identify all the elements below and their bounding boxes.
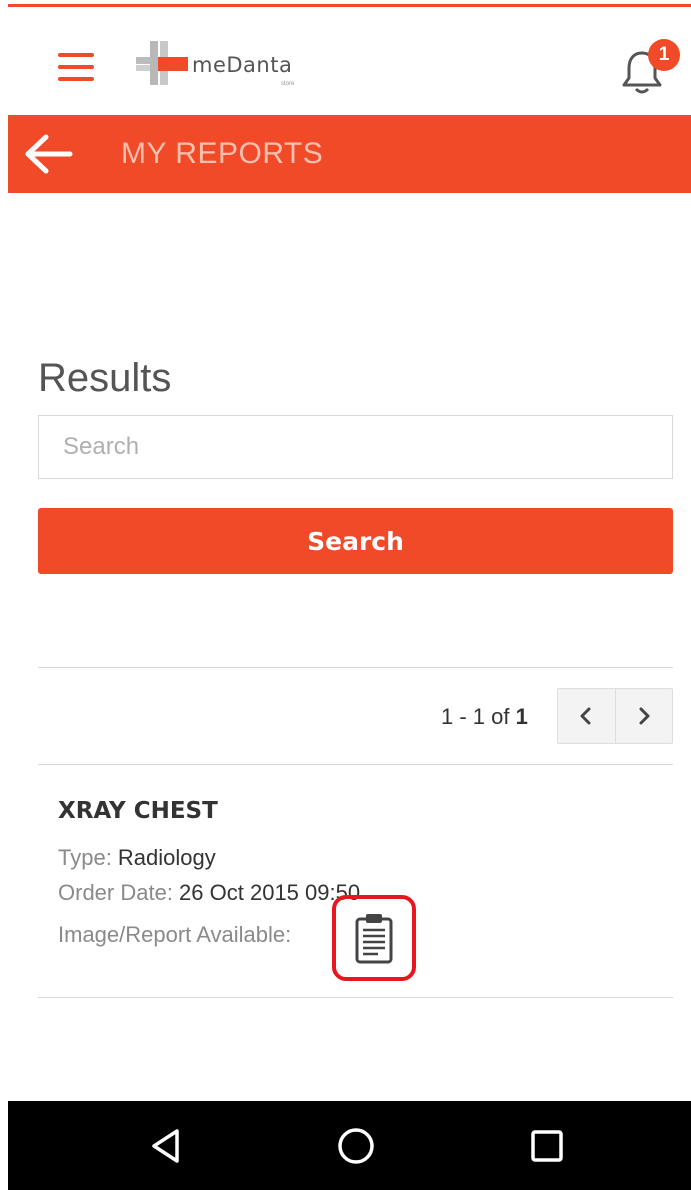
notification-bell[interactable]: 1 [620, 39, 680, 95]
report-availability: Image/Report Available: [58, 922, 291, 948]
results-heading: Results [38, 356, 172, 400]
pagination-range-text: 1 - 1 of [441, 704, 516, 729]
chevron-right-icon [639, 707, 650, 725]
pagination-range: 1 - 1 of 1 [441, 704, 528, 730]
pagination-controls [557, 688, 673, 744]
circle-home-icon [338, 1128, 374, 1164]
report-type-label: Type: [58, 845, 118, 870]
report-availability-label: Image/Report Available: [58, 922, 292, 947]
report-title[interactable]: XRAY CHEST [58, 798, 218, 824]
medanta-logo: meDanta store [136, 37, 306, 89]
chevron-left-icon [580, 707, 591, 725]
page-title: MY REPORTS [121, 137, 324, 170]
nav-back-button[interactable] [144, 1123, 190, 1169]
app-header: meDanta store 1 [8, 7, 691, 115]
title-bar: MY REPORTS [8, 115, 691, 193]
search-button[interactable]: Search [38, 508, 673, 574]
logo-subtext: store [281, 81, 295, 87]
search-input[interactable] [38, 415, 673, 479]
triangle-back-icon [152, 1129, 179, 1163]
android-nav-bar [8, 1101, 691, 1190]
report-type: Type: Radiology [58, 845, 216, 871]
next-page-button[interactable] [614, 689, 673, 743]
menu-icon[interactable] [58, 53, 94, 81]
clipboard-icon [355, 914, 393, 964]
nav-recents-button[interactable] [524, 1123, 570, 1169]
nav-home-button[interactable] [333, 1123, 379, 1169]
divider-list-top [38, 764, 673, 765]
divider-list-bottom [38, 997, 673, 998]
view-report-button[interactable] [332, 895, 416, 981]
report-order-date: Order Date: 26 Oct 2015 09:50 [58, 880, 360, 906]
report-type-value: Radiology [117, 845, 216, 870]
divider-top [38, 667, 673, 668]
notification-badge: 1 [648, 39, 680, 71]
square-recents-icon [531, 1130, 563, 1162]
pagination-total: 1 [515, 704, 528, 729]
back-button[interactable] [22, 132, 74, 176]
arrow-left-icon [25, 134, 73, 174]
logo-text: meDanta [192, 53, 293, 77]
previous-page-button[interactable] [558, 689, 615, 743]
report-order-date-label: Order Date: [58, 880, 180, 905]
medanta-cross-icon [136, 41, 188, 85]
